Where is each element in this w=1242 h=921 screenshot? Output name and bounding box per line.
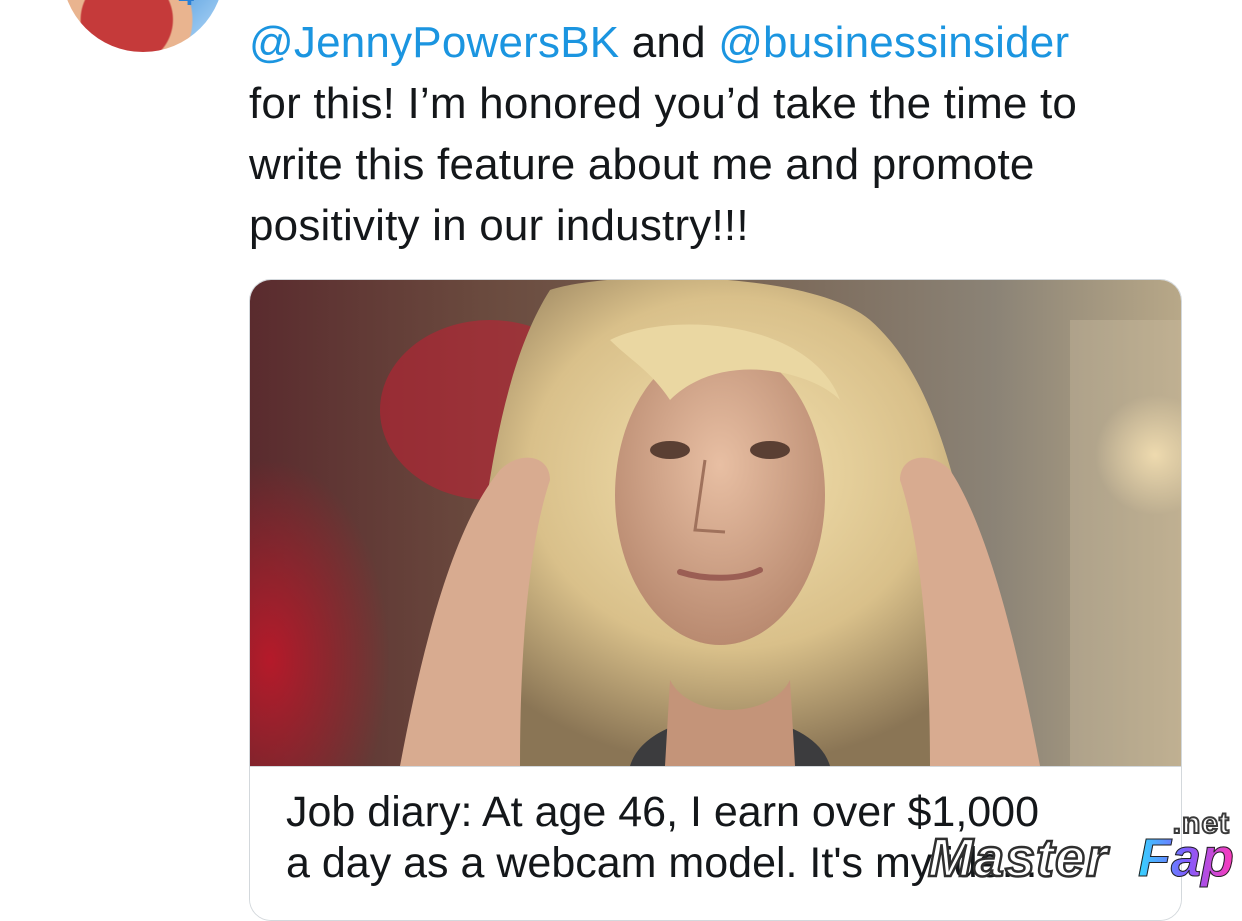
mention-link-businessinsider[interactable]: @businessinsider: [718, 18, 1069, 67]
tweet-text: @JennyPowersBK and @businessinsider for …: [249, 12, 1229, 256]
woman-portrait-illustration: [380, 280, 1181, 766]
tweet-line-4: positivity in our industry!!!: [249, 201, 749, 250]
card-title-line-1: Job diary: At age 46, I earn over $1,000: [286, 788, 1040, 836]
card-title-line-2: a day as a webcam model. It's my ide...: [286, 839, 1038, 887]
tweet-connector: and: [631, 18, 706, 67]
card-image[interactable]: [250, 280, 1181, 766]
mention-link-jennypowersbk[interactable]: @JennyPowersBK: [249, 18, 619, 67]
watermark-master: Master: [927, 827, 1109, 890]
tweet-line-2: for this! I’m honored you’d take the tim…: [249, 79, 1078, 128]
watermark-logo: .net Master Fap: [927, 806, 1238, 890]
avatar-badge-icon: 4: [178, 0, 194, 12]
avatar[interactable]: 4: [62, 0, 224, 52]
watermark-fap: Fap: [1137, 828, 1234, 889]
tweet-line-1: @JennyPowersBK and @businessinsider: [249, 12, 1229, 73]
tweet-line-3: write this feature about me and promote: [249, 140, 1035, 189]
